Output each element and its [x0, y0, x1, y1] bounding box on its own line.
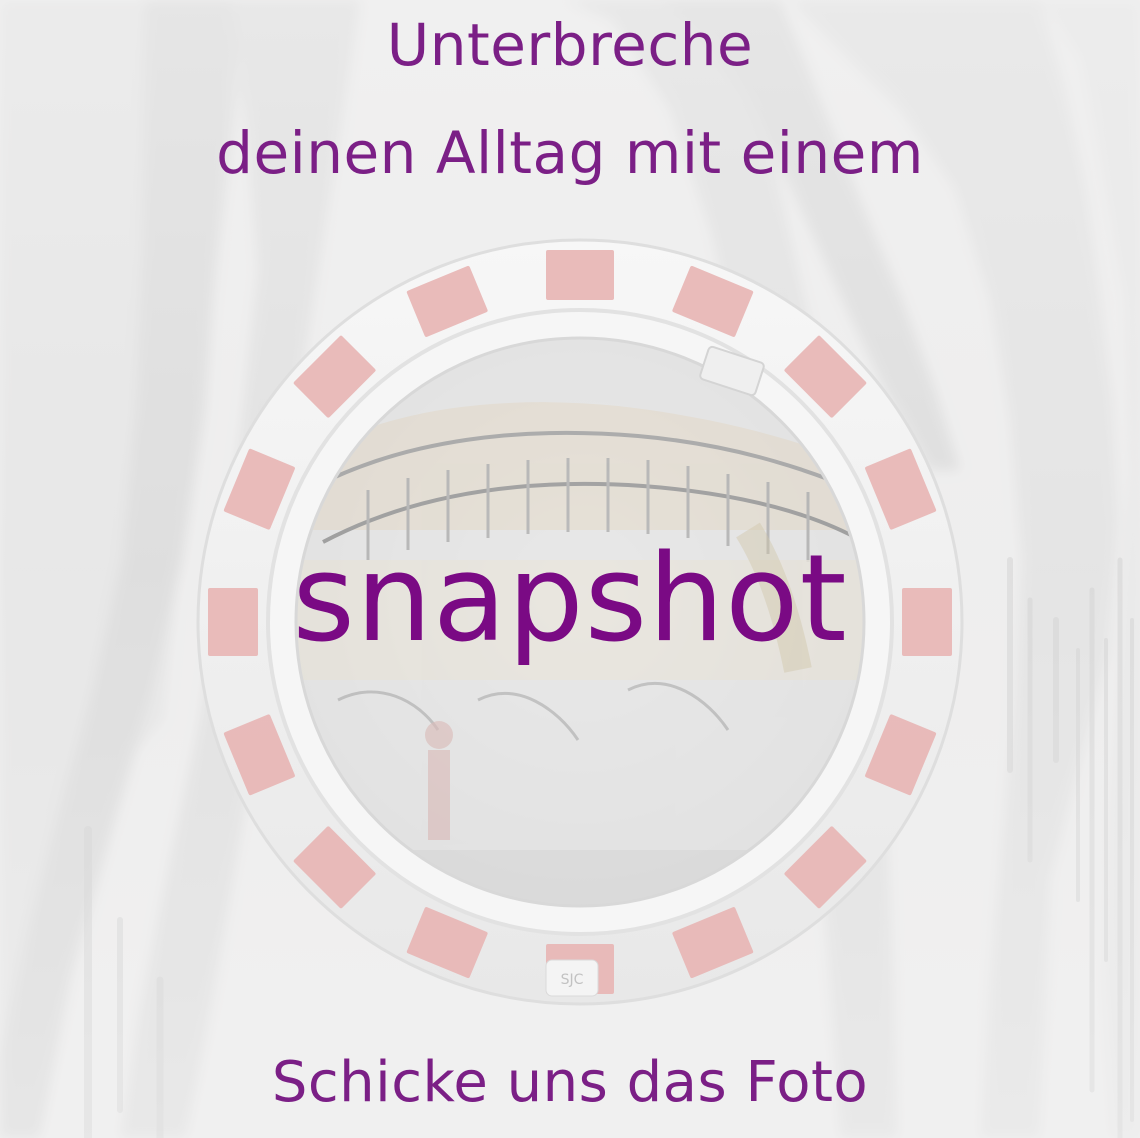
poster-canvas: Unterbreche deinen Alltag mit einem SJC … — [0, 0, 1140, 1138]
call-to-action-text: Schicke uns das Foto — [271, 1050, 869, 1115]
headline-line-2: deinen Alltag mit einem — [216, 119, 924, 187]
snapshot-keyword: snapshot — [292, 530, 848, 669]
headline-line-1: Unterbreche — [386, 11, 754, 79]
mirror-brand-mark: SJC — [561, 972, 584, 988]
